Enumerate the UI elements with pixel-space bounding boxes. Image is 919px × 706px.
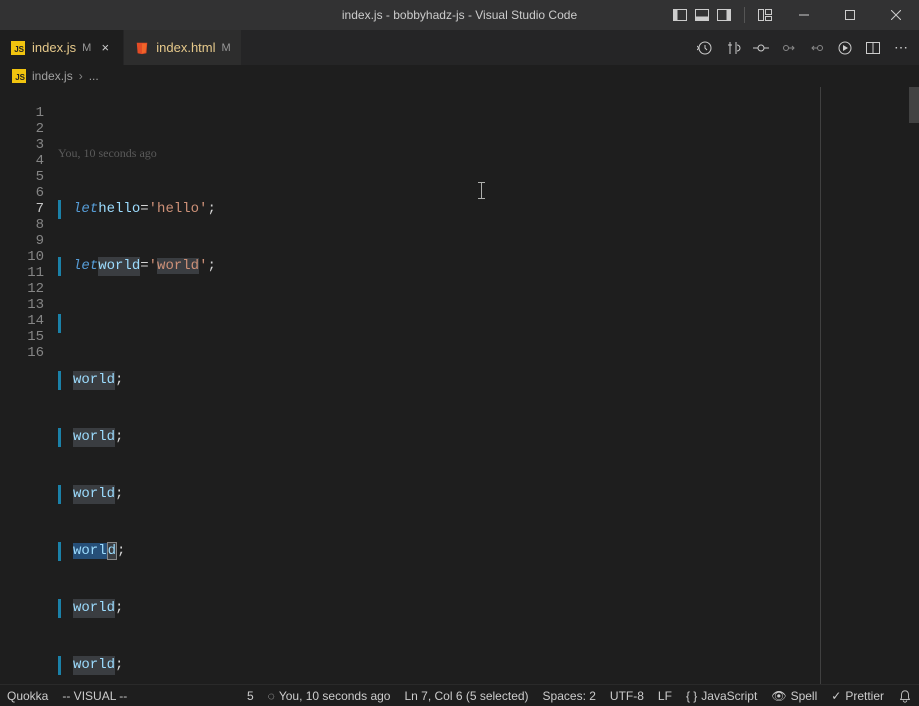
compare-icon[interactable] bbox=[723, 40, 743, 56]
customize-layout-icon[interactable] bbox=[757, 7, 773, 23]
status-prettier[interactable]: ✓Prettier bbox=[824, 685, 891, 706]
maximize-button[interactable] bbox=[827, 0, 873, 30]
status-quokka[interactable]: Quokka bbox=[0, 685, 55, 706]
status-language[interactable]: { }JavaScript bbox=[679, 685, 764, 706]
commit-prev-icon[interactable] bbox=[807, 40, 827, 56]
html-file-icon bbox=[134, 40, 150, 56]
js-file-icon: JS bbox=[10, 40, 26, 56]
editor-ruler bbox=[820, 87, 821, 684]
breadcrumb-more: ... bbox=[89, 69, 99, 83]
eye-icon: 👁 bbox=[771, 689, 786, 703]
panel-left-icon[interactable] bbox=[672, 7, 688, 23]
tab-index-html[interactable]: index.html M bbox=[124, 30, 241, 65]
close-tab-icon[interactable]: × bbox=[97, 40, 113, 56]
modified-indicator: M bbox=[222, 42, 231, 54]
braces-icon: { } bbox=[686, 689, 697, 703]
status-indentation[interactable]: Spaces: 2 bbox=[536, 685, 603, 706]
tab-bar: JS index.js M × index.html M ⋯ bbox=[0, 30, 919, 65]
js-file-icon: JS bbox=[12, 69, 26, 83]
more-actions-icon[interactable]: ⋯ bbox=[891, 39, 911, 56]
git-blame-annotation: You, 10 seconds ago bbox=[58, 144, 907, 162]
window-title: index.js - bobbyhadz-js - Visual Studio … bbox=[342, 8, 577, 22]
commit-icon[interactable] bbox=[751, 40, 771, 56]
close-button[interactable] bbox=[873, 0, 919, 30]
status-vim-mode[interactable]: -- VISUAL -- bbox=[55, 685, 134, 706]
person-icon: ◌ bbox=[268, 689, 275, 703]
status-cursor-position[interactable]: Ln 7, Col 6 (5 selected) bbox=[397, 685, 535, 706]
bell-icon bbox=[898, 689, 912, 703]
status-notifications[interactable] bbox=[891, 685, 919, 706]
status-bar: Quokka -- VISUAL -- 5 ◌You, 10 seconds a… bbox=[0, 684, 919, 706]
split-editor-icon[interactable] bbox=[863, 40, 883, 56]
minimize-button[interactable] bbox=[781, 0, 827, 30]
check-icon: ✓ bbox=[831, 689, 841, 703]
editor-area: 123456 7 8910111213141516 You, 10 second… bbox=[0, 87, 919, 684]
breadcrumb[interactable]: JS index.js › ... bbox=[0, 65, 919, 87]
panel-bottom-icon[interactable] bbox=[694, 7, 710, 23]
history-icon[interactable] bbox=[695, 40, 715, 56]
modified-indicator: M bbox=[82, 42, 91, 54]
breadcrumb-file: index.js bbox=[32, 69, 73, 83]
commit-next-icon[interactable] bbox=[779, 40, 799, 56]
status-spell[interactable]: 👁Spell bbox=[764, 685, 824, 706]
status-eol[interactable]: LF bbox=[651, 685, 679, 706]
tab-index-js[interactable]: JS index.js M × bbox=[0, 30, 124, 65]
panel-right-icon[interactable] bbox=[716, 7, 732, 23]
status-git-blame[interactable]: ◌You, 10 seconds ago bbox=[261, 685, 398, 706]
minimap[interactable] bbox=[907, 87, 919, 684]
debug-icon[interactable] bbox=[835, 40, 855, 56]
editor[interactable]: 123456 7 8910111213141516 You, 10 second… bbox=[0, 87, 907, 684]
text-cursor-icon bbox=[481, 182, 482, 199]
separator bbox=[744, 7, 745, 23]
tab-label: index.js bbox=[32, 40, 76, 55]
status-encoding[interactable]: UTF-8 bbox=[603, 685, 651, 706]
code-content[interactable]: You, 10 seconds ago let hello = 'hello';… bbox=[54, 87, 907, 684]
status-problems[interactable]: 5 bbox=[240, 685, 261, 706]
minimap-slider[interactable] bbox=[909, 87, 919, 123]
line-number-gutter: 123456 7 8910111213141516 bbox=[0, 87, 54, 684]
chevron-right-icon: › bbox=[79, 69, 83, 83]
title-bar: index.js - bobbyhadz-js - Visual Studio … bbox=[0, 0, 919, 30]
tab-label: index.html bbox=[156, 40, 215, 55]
